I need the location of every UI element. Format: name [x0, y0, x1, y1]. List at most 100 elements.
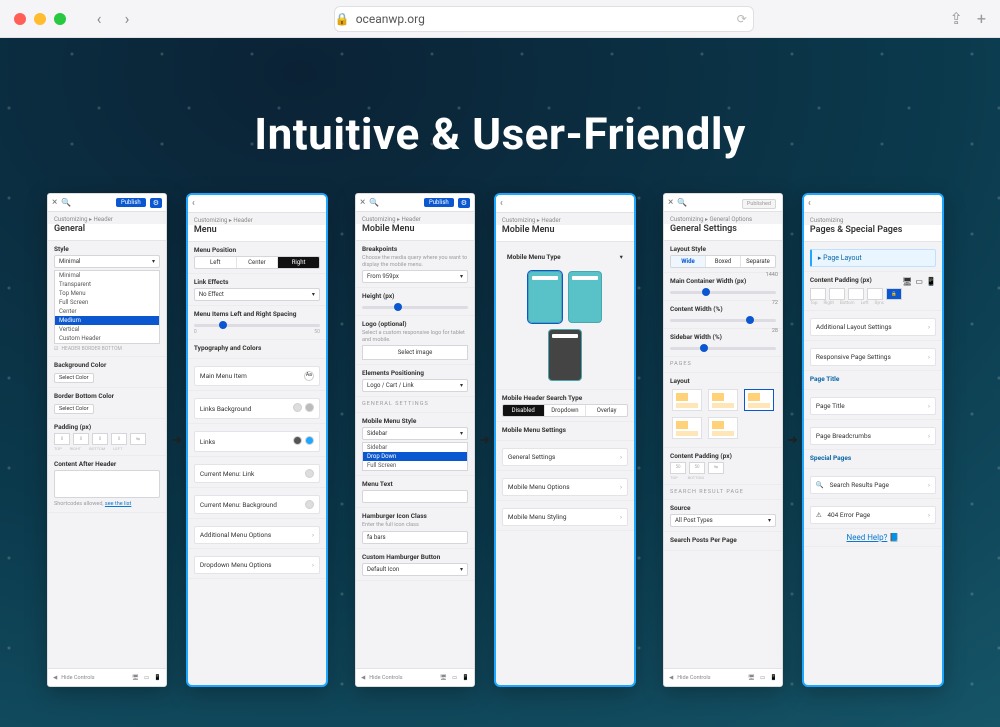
custom-hamburger-select[interactable]: Default Icon▾: [362, 563, 468, 576]
cp-top-input[interactable]: 50: [670, 462, 686, 474]
content-after-header-textarea[interactable]: [54, 470, 160, 498]
mobile-preview-icon[interactable]: 📱: [770, 675, 777, 681]
menu-position-toggle[interactable]: Left Center Right: [194, 256, 320, 269]
mm-general-settings-row[interactable]: General Settings›: [502, 448, 628, 466]
mm-type-thumb[interactable]: [548, 329, 582, 381]
publish-button[interactable]: Publish: [424, 198, 454, 207]
select-color-button[interactable]: Select Color: [54, 404, 94, 414]
desktop-device-icon[interactable]: 🖥: [902, 277, 912, 286]
cp-right-input[interactable]: [829, 288, 845, 300]
back-icon[interactable]: ‹: [808, 198, 811, 209]
mobile-preview-icon[interactable]: 📱: [462, 675, 469, 681]
pill-dropdown[interactable]: Dropdown: [545, 405, 587, 416]
back-button[interactable]: ‹: [88, 8, 110, 30]
style-option[interactable]: Custom Header: [55, 334, 159, 343]
desktop-preview-icon[interactable]: 🖥: [440, 675, 447, 681]
style-option[interactable]: Full Screen: [55, 298, 159, 307]
share-icon[interactable]: ⇪: [950, 9, 963, 28]
cp-top-input[interactable]: [810, 288, 826, 300]
responsive-page-row[interactable]: Responsive Page Settings›: [810, 348, 936, 366]
link-effects-select[interactable]: No Effect▾: [194, 288, 320, 301]
close-window-icon[interactable]: [14, 13, 26, 25]
style-option[interactable]: Vertical: [55, 325, 159, 334]
tablet-device-icon[interactable]: ▭: [915, 277, 923, 286]
pill-right[interactable]: Right: [278, 257, 319, 268]
padding-sync-icon[interactable]: ⇆: [130, 433, 146, 445]
pill-boxed[interactable]: Boxed: [706, 256, 741, 267]
gear-icon[interactable]: ⚙: [150, 198, 162, 208]
zoom-window-icon[interactable]: [54, 13, 66, 25]
mm-options-row[interactable]: Mobile Menu Options›: [502, 478, 628, 496]
mm-styling-row[interactable]: Mobile Menu Styling›: [502, 508, 628, 526]
style-option[interactable]: Minimal: [55, 271, 159, 280]
mm-type-thumb[interactable]: [528, 271, 562, 323]
mobile-menu-style-select[interactable]: Sidebar▾: [362, 427, 468, 440]
current-bg-row[interactable]: Current Menu: Background: [194, 495, 320, 514]
close-icon[interactable]: ×: [52, 197, 57, 208]
menu-text-input[interactable]: [362, 490, 468, 503]
hamburger-input[interactable]: fa bars: [362, 531, 468, 544]
collapse-icon[interactable]: ◀: [361, 675, 365, 681]
search-icon[interactable]: 🔍: [677, 198, 687, 207]
layout-thumb[interactable]: [672, 389, 702, 411]
back-icon[interactable]: ‹: [500, 198, 503, 209]
pill-disabled[interactable]: Disabled: [503, 405, 545, 416]
pill-center[interactable]: Center: [237, 257, 279, 268]
search-results-row[interactable]: 🔍 Search Results Page›: [810, 476, 936, 494]
current-link-row[interactable]: Current Menu: Link: [194, 464, 320, 483]
content-width-slider[interactable]: [670, 319, 776, 322]
search-icon[interactable]: 🔍: [369, 198, 379, 207]
close-icon[interactable]: ×: [668, 197, 673, 208]
hide-controls-label[interactable]: Hide Controls: [61, 675, 94, 681]
main-width-slider[interactable]: [670, 291, 776, 294]
cp-bottom-input[interactable]: 50: [689, 462, 705, 474]
breakpoints-select[interactable]: From 959px▾: [362, 270, 468, 283]
new-tab-icon[interactable]: +: [977, 9, 986, 28]
collapse-icon[interactable]: ◀: [669, 675, 673, 681]
address-bar[interactable]: 🔒 oceanwp.org ⟳: [334, 6, 754, 32]
see-list-link[interactable]: see the list: [105, 501, 131, 507]
padding-right-input[interactable]: 0: [73, 433, 89, 445]
need-help-link[interactable]: Need Help?: [847, 533, 888, 542]
cp-sync-icon[interactable]: ⇆: [708, 462, 724, 474]
mm-option[interactable]: Full Screen: [363, 461, 467, 470]
height-slider[interactable]: [362, 306, 468, 309]
padding-left-input[interactable]: 0: [111, 433, 127, 445]
padding-bottom-input[interactable]: 0: [92, 433, 108, 445]
links-row[interactable]: Links: [194, 431, 320, 452]
hide-controls-label[interactable]: Hide Controls: [677, 675, 710, 681]
layout-thumb[interactable]: [708, 389, 738, 411]
sidebar-width-slider[interactable]: [670, 347, 776, 350]
style-option[interactable]: Transparent: [55, 280, 159, 289]
mobile-preview-icon[interactable]: 📱: [154, 675, 161, 681]
additional-menu-options-row[interactable]: Additional Menu Options›: [194, 526, 320, 544]
mm-option-selected[interactable]: Drop Down: [363, 452, 467, 461]
cp-left-input[interactable]: [867, 288, 883, 300]
minimize-window-icon[interactable]: [34, 13, 46, 25]
style-option[interactable]: Top Menu: [55, 289, 159, 298]
padding-top-input[interactable]: 0: [54, 433, 70, 445]
pill-separate[interactable]: Separate: [741, 256, 775, 267]
links-bg-row[interactable]: Links Background: [194, 398, 320, 419]
layout-thumb-selected[interactable]: [744, 389, 774, 411]
pill-left[interactable]: Left: [195, 257, 237, 268]
style-select[interactable]: Minimal▾: [54, 255, 160, 268]
page-title-row[interactable]: Page Title›: [810, 397, 936, 415]
desktop-preview-icon[interactable]: 🖥: [132, 675, 139, 681]
close-icon[interactable]: ×: [360, 197, 365, 208]
back-icon[interactable]: ‹: [192, 198, 195, 209]
mobile-device-icon[interactable]: 📱: [926, 277, 936, 286]
tablet-preview-icon[interactable]: ▭: [452, 675, 457, 681]
forward-button[interactable]: ›: [116, 8, 138, 30]
style-option[interactable]: Center: [55, 307, 159, 316]
layout-thumb[interactable]: [672, 417, 702, 439]
spacing-slider[interactable]: [194, 324, 320, 327]
style-option-selected[interactable]: Medium: [55, 316, 159, 325]
collapse-icon[interactable]: ◀: [53, 675, 57, 681]
page-layout-row[interactable]: ▸ Page Layout: [810, 249, 936, 267]
pill-overlay[interactable]: Overlay: [586, 405, 627, 416]
elements-pos-select[interactable]: Logo / Cart / Link▾: [362, 379, 468, 392]
desktop-preview-icon[interactable]: 🖥: [748, 675, 755, 681]
cp-bottom-input[interactable]: [848, 288, 864, 300]
mm-type-thumb[interactable]: [568, 271, 602, 323]
